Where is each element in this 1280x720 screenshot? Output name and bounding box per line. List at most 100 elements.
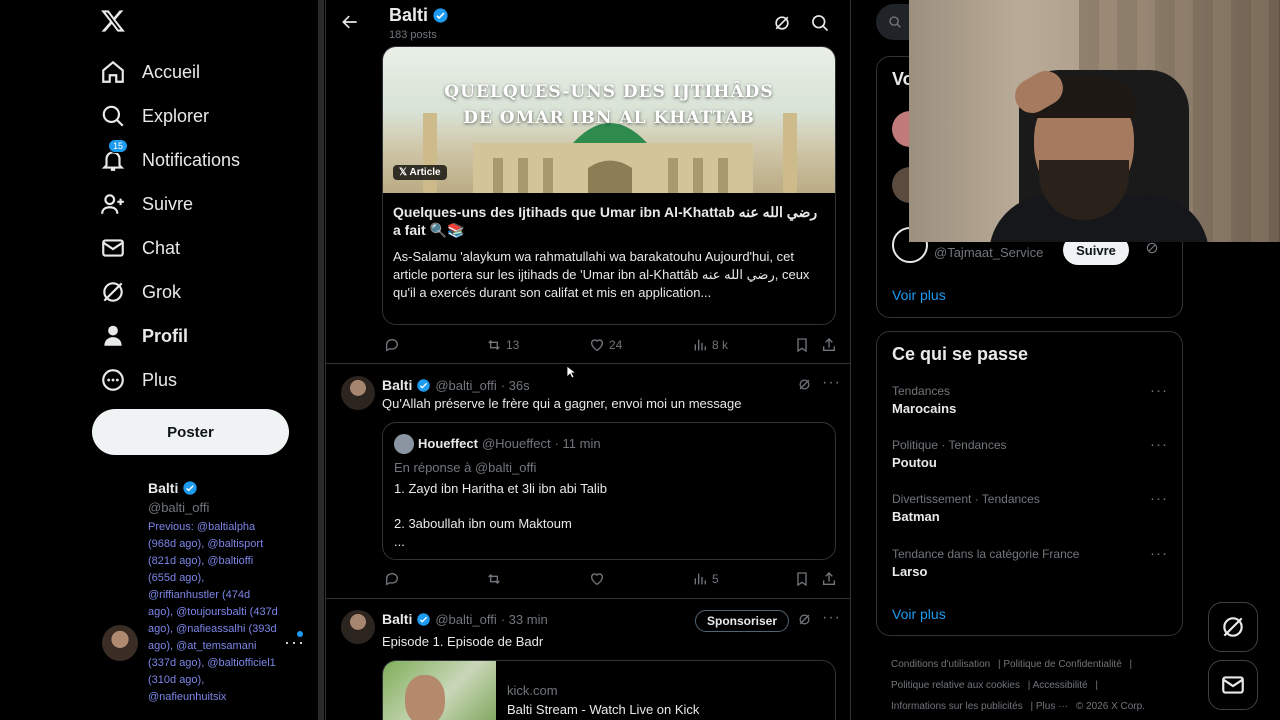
quote-avatar[interactable] [394,434,414,454]
trend-more-icon[interactable]: ··· [1150,545,1168,562]
footer-more[interactable]: Plus ··· [1036,701,1068,712]
back-arrow-icon[interactable] [340,12,360,32]
tweet-more-icon[interactable]: ··· [822,609,841,627]
quote-line: 1. Zayd ibn Haritha et 3li ibn abi Talib [394,481,607,496]
quoted-tweet[interactable]: Houeffect @Houeffect · 11 min En réponse… [382,422,836,560]
header-post-count: 183 posts [389,29,437,41]
like-button[interactable]: 24 [589,337,622,353]
article-tag: 𝕏 Article [393,165,447,180]
quote-header: Houeffect @Houeffect · 11 min [418,436,601,451]
account-avatar[interactable] [102,625,138,661]
views-button[interactable]: 5 [692,571,719,587]
nav-home[interactable]: Accueil [100,54,200,90]
grok-icon [1223,617,1243,637]
tweet-more-icon[interactable]: ··· [822,374,841,392]
dismiss-icon[interactable] [1145,241,1159,255]
article-image[interactable]: QUELQUES-UNS DES IJTIHÂDS DE OMAR IBN AL… [383,47,835,193]
trend-item[interactable]: Tendances Marocains ··· [892,382,1172,416]
sponsor-button[interactable]: Sponsoriser [695,610,789,632]
nav-grok[interactable]: Grok [100,274,181,310]
article-image-title: QUELQUES-UNS DES IJTIHÂDS DE OMAR IBN AL… [444,82,774,128]
verified-icon [432,7,449,24]
x-logo-icon[interactable] [100,8,130,38]
page-scrollbar[interactable] [318,0,324,720]
share-icon[interactable] [821,571,837,587]
footer-cookies[interactable]: Politique relative aux cookies [891,680,1020,691]
grok-icon[interactable] [797,377,812,392]
nav-more[interactable]: Plus [100,362,177,398]
quote-ellipsis: ... [394,534,405,549]
tweet-avatar[interactable] [341,610,375,644]
more-circle-icon [100,367,126,393]
trends-panel: Ce qui se passe Tendances Marocains ··· … [876,331,1183,636]
search-icon [100,103,126,129]
nav-profile[interactable]: Profil [100,318,188,354]
nav-chat[interactable]: Chat [100,230,180,266]
mail-icon [1222,676,1244,694]
views-button[interactable]: 8 k [692,337,728,353]
trends-see-more[interactable]: Voir plus [892,606,946,622]
nav-explore[interactable]: Explorer [100,98,209,134]
reply-button[interactable] [384,571,400,587]
retweet-count: 13 [506,338,520,352]
grok-icon[interactable] [797,612,812,627]
webcam-overlay [909,0,1280,242]
trend-item[interactable]: Politique · Tendances Poutou ··· [892,436,1172,470]
link-domain: kick.com [507,683,558,698]
nav-profile-label: Profil [142,325,189,346]
post-button[interactable]: Poster [92,409,289,455]
article-body: Quelques-uns des Ijtihads que Umar ibn A… [383,193,835,312]
verified-icon [416,378,431,393]
nav-notifications-label: Notifications [142,149,241,170]
tweet-time[interactable]: · 36s [501,378,530,393]
trend-item[interactable]: Divertissement · Tendances Batman ··· [892,490,1172,524]
nav-home-label: Accueil [142,61,201,82]
tweet-author-name[interactable]: Balti [382,611,412,627]
footer-links: Conditions d'utilisation | Politique de … [891,659,1145,712]
messages-fab-button[interactable] [1208,660,1258,710]
trend-more-icon[interactable]: ··· [1150,382,1168,399]
link-title: Balti Stream - Watch Live on Kick [507,702,700,717]
suggestion-handle[interactable]: @Tajmaat_Service [934,245,1043,260]
bookmark-icon[interactable] [794,571,810,587]
article-card[interactable]: QUELQUES-UNS DES IJTIHÂDS DE OMAR IBN AL… [382,46,836,325]
trend-item[interactable]: Tendance dans la catégorie France Larso … [892,545,1172,579]
tweet-avatar[interactable] [341,376,375,410]
footer-copyright: © 2026 X Corp. [1075,701,1145,712]
tweet-header: Balti @balti_offi · 36s [382,377,530,393]
trend-more-icon[interactable]: ··· [1150,490,1168,507]
x-app: Accueil Explorer 15 Notifications Suivre… [0,0,1280,720]
search-icon[interactable] [810,13,830,33]
nav-follow[interactable]: Suivre [100,186,193,222]
footer-ads[interactable]: Informations sur les publicités [891,701,1023,712]
grok-icon [100,279,126,305]
retweet-button[interactable]: 13 [486,337,519,353]
footer-accessibility[interactable]: Accessibilité [1033,680,1088,691]
grok-icon[interactable] [772,13,792,33]
footer-terms[interactable]: Conditions d'utilisation [891,659,990,670]
profile-icon [100,323,126,349]
nav-grok-label: Grok [142,281,182,302]
like-button[interactable] [589,571,605,587]
mail-icon [100,235,126,261]
footer-privacy[interactable]: Politique de Confidentialité [1003,659,1121,670]
tweet-time[interactable]: · 33 min [501,612,548,627]
bookmark-icon[interactable] [794,337,810,353]
grok-fab-button[interactable] [1208,602,1258,652]
who-to-follow-see-more[interactable]: Voir plus [892,287,946,303]
share-icon[interactable] [821,337,837,353]
trend-more-icon[interactable]: ··· [1150,436,1168,453]
nav-follow-label: Suivre [142,193,194,214]
account-info[interactable]: Balti @balti_offi Previous: @baltialpha … [148,480,278,706]
views-count: 5 [712,572,719,586]
reply-button[interactable] [384,337,400,353]
views-count: 8 k [712,338,729,352]
unread-dot [297,631,303,637]
nav-more-label: Plus [142,369,178,390]
nav-notifications[interactable]: 15 Notifications [100,139,241,178]
link-preview-card[interactable]: kick.com Balti Stream - Watch Live on Ki… [382,660,836,720]
retweet-button[interactable] [486,571,502,587]
tweet-handle[interactable]: @balti_offi [435,612,496,627]
tweet-author-name[interactable]: Balti [382,377,412,393]
tweet-handle[interactable]: @balti_offi [435,378,496,393]
